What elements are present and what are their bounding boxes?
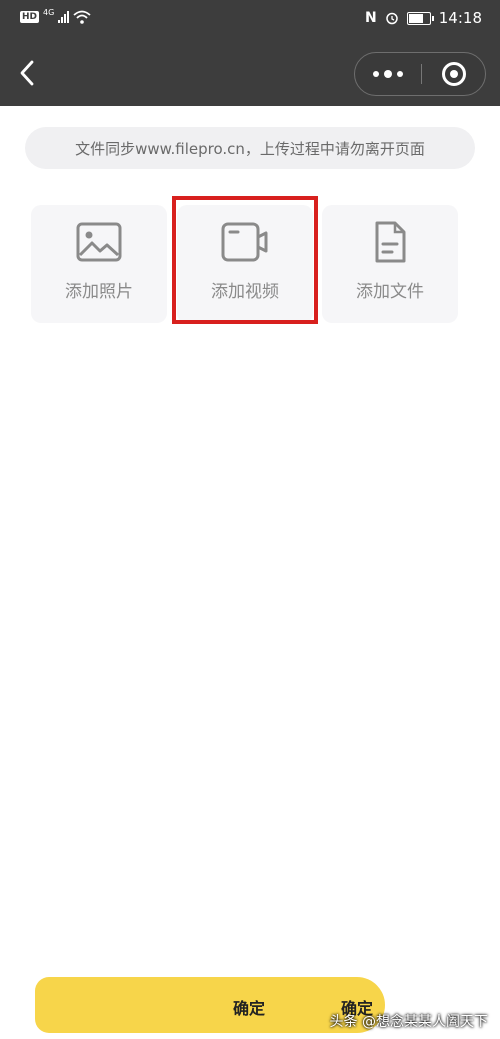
watermark: 头条 @想念某某人阖天下: [329, 1014, 488, 1030]
add-photo-button[interactable]: 添加照片: [31, 205, 167, 323]
video-icon: [221, 222, 268, 262]
signal-icon: [58, 11, 70, 23]
add-photo-label: 添加照片: [65, 282, 133, 302]
add-video-button[interactable]: 添加视频: [177, 205, 313, 323]
hd-badge: HD: [20, 11, 40, 23]
status-left: HD 4G: [20, 7, 91, 24]
chevron-left-icon: [20, 60, 34, 86]
add-file-button[interactable]: 添加文件: [322, 205, 458, 323]
status-right: N 14:18: [365, 9, 482, 27]
more-button[interactable]: [355, 53, 421, 95]
clock: 14:18: [438, 9, 482, 27]
upload-notice: 文件同步www.filepro.cn，上传过程中请勿离开页面: [25, 127, 475, 169]
network-type: 4G: [43, 7, 55, 17]
top-bar: HD 4G N 14:18: [0, 0, 500, 106]
file-icon: [375, 221, 406, 263]
add-video-label: 添加视频: [211, 282, 279, 302]
add-file-label: 添加文件: [356, 282, 424, 302]
alarm-icon: [386, 12, 398, 25]
more-dots-icon: [373, 71, 379, 77]
wifi-icon: [73, 10, 91, 24]
battery-icon: [406, 11, 434, 25]
nfc-icon: N: [365, 10, 377, 26]
target-circle-icon: [441, 62, 466, 86]
image-icon: [76, 222, 122, 262]
close-button[interactable]: [422, 53, 485, 95]
back-button[interactable]: [12, 56, 42, 90]
mini-program-capsule: [354, 52, 486, 96]
confirm-label: 确定: [233, 999, 266, 1018]
status-bar: HD 4G N 14:18: [0, 0, 500, 38]
